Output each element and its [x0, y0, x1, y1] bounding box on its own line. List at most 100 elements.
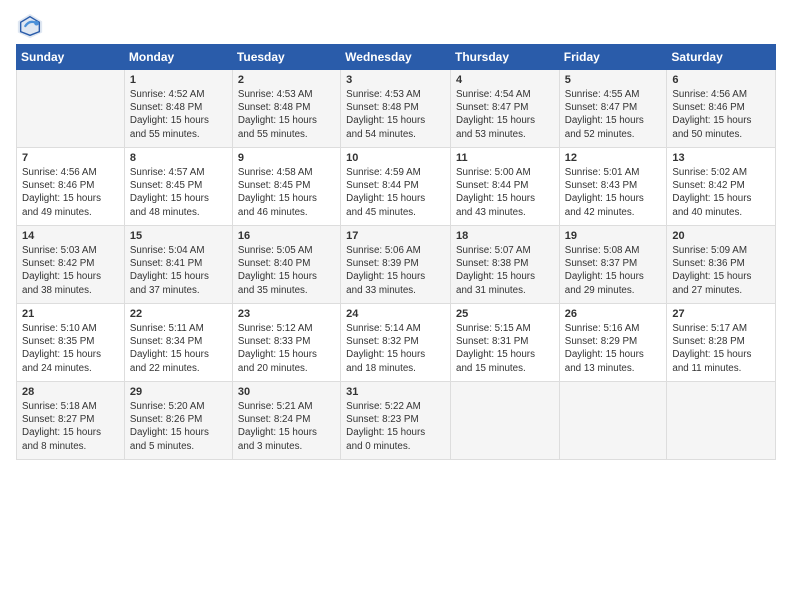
cell-content: Sunrise: 4:54 AM Sunset: 8:47 PM Dayligh… — [456, 88, 554, 141]
cell-content: Sunrise: 4:59 AM Sunset: 8:44 PM Dayligh… — [346, 166, 445, 219]
calendar-cell: 2Sunrise: 4:53 AM Sunset: 8:48 PM Daylig… — [232, 70, 340, 148]
calendar-table: SundayMondayTuesdayWednesdayThursdayFrid… — [16, 44, 776, 460]
calendar-cell: 8 Sunrise: 4:57 AM Sunset: 8:45 PM Daylig… — [124, 148, 232, 226]
day-number: 5 — [565, 74, 662, 86]
day-number: 8 — [130, 152, 227, 164]
day-number: 9 — [238, 152, 335, 164]
cell-content: Sunrise: 5:22 AM Sunset: 8:23 PM Dayligh… — [346, 400, 445, 453]
cell-content: Sunrise: 4:56 AM Sunset: 8:46 PM Dayligh… — [672, 88, 770, 141]
calendar-cell — [559, 382, 667, 460]
weekday-header-thursday: Thursday — [451, 45, 560, 70]
day-number: 20 — [672, 230, 770, 242]
day-number: 2 — [238, 74, 335, 86]
logo — [16, 12, 48, 40]
weekday-header-sunday: Sunday — [17, 45, 125, 70]
calendar-cell: 5 Sunrise: 4:55 AM Sunset: 8:47 PM Daylig… — [559, 70, 667, 148]
cell-content: Sunrise: 5:09 AM Sunset: 8:36 PM Dayligh… — [672, 244, 770, 297]
calendar-cell: 13 Sunrise: 5:02 AM Sunset: 8:42 PM Dayli… — [667, 148, 776, 226]
calendar-cell: 1Sunrise: 4:52 AM Sunset: 8:48 PM Daylig… — [124, 70, 232, 148]
day-number: 10 — [346, 152, 445, 164]
calendar-cell: 28Sunrise: 5:18 AM Sunset: 8:27 PM Dayli… — [17, 382, 125, 460]
day-number: 25 — [456, 308, 554, 320]
calendar-week-5: 28Sunrise: 5:18 AM Sunset: 8:27 PM Dayli… — [17, 382, 776, 460]
cell-content: Sunrise: 5:08 AM Sunset: 8:37 PM Dayligh… — [565, 244, 662, 297]
cell-content: Sunrise: 5:05 AM Sunset: 8:40 PM Dayligh… — [238, 244, 335, 297]
day-number: 11 — [456, 152, 554, 164]
day-number: 21 — [22, 308, 119, 320]
cell-content: Sunrise: 4:55 AM Sunset: 8:47 PM Dayligh… — [565, 88, 662, 141]
calendar-cell: 21Sunrise: 5:10 AM Sunset: 8:35 PM Dayli… — [17, 304, 125, 382]
cell-content: Sunrise: 5:12 AM Sunset: 8:33 PM Dayligh… — [238, 322, 335, 375]
calendar-cell: 25 Sunrise: 5:15 AM Sunset: 8:31 PM Dayli… — [451, 304, 560, 382]
day-number: 26 — [565, 308, 662, 320]
logo-icon — [16, 12, 44, 40]
calendar-cell: 9 Sunrise: 4:58 AM Sunset: 8:45 PM Daylig… — [232, 148, 340, 226]
day-number: 22 — [130, 308, 227, 320]
day-number: 14 — [22, 230, 119, 242]
calendar-cell: 17Sunrise: 5:06 AM Sunset: 8:39 PM Dayli… — [341, 226, 451, 304]
day-number: 23 — [238, 308, 335, 320]
calendar-cell: 4 Sunrise: 4:54 AM Sunset: 8:47 PM Daylig… — [451, 70, 560, 148]
calendar-week-4: 21Sunrise: 5:10 AM Sunset: 8:35 PM Dayli… — [17, 304, 776, 382]
cell-content: Sunrise: 5:15 AM Sunset: 8:31 PM Dayligh… — [456, 322, 554, 375]
cell-content: Sunrise: 4:53 AM Sunset: 8:48 PM Dayligh… — [346, 88, 445, 141]
cell-content: Sunrise: 5:07 AM Sunset: 8:38 PM Dayligh… — [456, 244, 554, 297]
cell-content: Sunrise: 5:06 AM Sunset: 8:39 PM Dayligh… — [346, 244, 445, 297]
day-number: 1 — [130, 74, 227, 86]
day-number: 28 — [22, 386, 119, 398]
day-number: 15 — [130, 230, 227, 242]
calendar-cell: 12 Sunrise: 5:01 AM Sunset: 8:43 PM Dayli… — [559, 148, 667, 226]
calendar-cell — [17, 70, 125, 148]
calendar-cell: 7Sunrise: 4:56 AM Sunset: 8:46 PM Daylig… — [17, 148, 125, 226]
cell-content: Sunrise: 5:14 AM Sunset: 8:32 PM Dayligh… — [346, 322, 445, 375]
calendar-cell — [667, 382, 776, 460]
day-number: 6 — [672, 74, 770, 86]
cell-content: Sunrise: 5:20 AM Sunset: 8:26 PM Dayligh… — [130, 400, 227, 453]
calendar-cell: 23 Sunrise: 5:12 AM Sunset: 8:33 PM Dayli… — [232, 304, 340, 382]
day-number: 30 — [238, 386, 335, 398]
calendar-cell: 15 Sunrise: 5:04 AM Sunset: 8:41 PM Dayli… — [124, 226, 232, 304]
calendar-cell: 14 Sunrise: 5:03 AM Sunset: 8:42 PM Dayli… — [17, 226, 125, 304]
cell-content: Sunrise: 5:01 AM Sunset: 8:43 PM Dayligh… — [565, 166, 662, 219]
header — [16, 12, 776, 40]
calendar-cell — [451, 382, 560, 460]
cell-content: Sunrise: 4:57 AM Sunset: 8:45 PM Dayligh… — [130, 166, 227, 219]
calendar-week-2: 7Sunrise: 4:56 AM Sunset: 8:46 PM Daylig… — [17, 148, 776, 226]
header-row: SundayMondayTuesdayWednesdayThursdayFrid… — [17, 45, 776, 70]
day-number: 13 — [672, 152, 770, 164]
weekday-header-tuesday: Tuesday — [232, 45, 340, 70]
calendar-week-3: 14 Sunrise: 5:03 AM Sunset: 8:42 PM Dayli… — [17, 226, 776, 304]
calendar-cell: 10 Sunrise: 4:59 AM Sunset: 8:44 PM Dayli… — [341, 148, 451, 226]
cell-content: Sunrise: 5:11 AM Sunset: 8:34 PM Dayligh… — [130, 322, 227, 375]
day-number: 12 — [565, 152, 662, 164]
calendar-week-1: 1Sunrise: 4:52 AM Sunset: 8:48 PM Daylig… — [17, 70, 776, 148]
calendar-cell: 18 Sunrise: 5:07 AM Sunset: 8:38 PM Dayli… — [451, 226, 560, 304]
cell-content: Sunrise: 5:17 AM Sunset: 8:28 PM Dayligh… — [672, 322, 770, 375]
calendar-cell: 6 Sunrise: 4:56 AM Sunset: 8:46 PM Daylig… — [667, 70, 776, 148]
weekday-header-saturday: Saturday — [667, 45, 776, 70]
cell-content: Sunrise: 5:03 AM Sunset: 8:42 PM Dayligh… — [22, 244, 119, 297]
calendar-cell: 16Sunrise: 5:05 AM Sunset: 8:40 PM Dayli… — [232, 226, 340, 304]
weekday-header-monday: Monday — [124, 45, 232, 70]
calendar-cell: 27 Sunrise: 5:17 AM Sunset: 8:28 PM Dayli… — [667, 304, 776, 382]
calendar-cell: 20 Sunrise: 5:09 AM Sunset: 8:36 PM Dayli… — [667, 226, 776, 304]
cell-content: Sunrise: 5:02 AM Sunset: 8:42 PM Dayligh… — [672, 166, 770, 219]
cell-content: Sunrise: 5:21 AM Sunset: 8:24 PM Dayligh… — [238, 400, 335, 453]
day-number: 29 — [130, 386, 227, 398]
day-number: 4 — [456, 74, 554, 86]
day-number: 27 — [672, 308, 770, 320]
calendar-cell: 29 Sunrise: 5:20 AM Sunset: 8:26 PM Dayli… — [124, 382, 232, 460]
day-number: 18 — [456, 230, 554, 242]
calendar-cell: 30 Sunrise: 5:21 AM Sunset: 8:24 PM Dayli… — [232, 382, 340, 460]
day-number: 7 — [22, 152, 119, 164]
page-container: SundayMondayTuesdayWednesdayThursdayFrid… — [0, 0, 792, 468]
cell-content: Sunrise: 5:04 AM Sunset: 8:41 PM Dayligh… — [130, 244, 227, 297]
day-number: 19 — [565, 230, 662, 242]
calendar-cell: 31Sunrise: 5:22 AM Sunset: 8:23 PM Dayli… — [341, 382, 451, 460]
day-number: 3 — [346, 74, 445, 86]
calendar-cell: 22 Sunrise: 5:11 AM Sunset: 8:34 PM Dayli… — [124, 304, 232, 382]
day-number: 24 — [346, 308, 445, 320]
cell-content: Sunrise: 4:58 AM Sunset: 8:45 PM Dayligh… — [238, 166, 335, 219]
calendar-cell: 26Sunrise: 5:16 AM Sunset: 8:29 PM Dayli… — [559, 304, 667, 382]
calendar-cell: 11Sunrise: 5:00 AM Sunset: 8:44 PM Dayli… — [451, 148, 560, 226]
